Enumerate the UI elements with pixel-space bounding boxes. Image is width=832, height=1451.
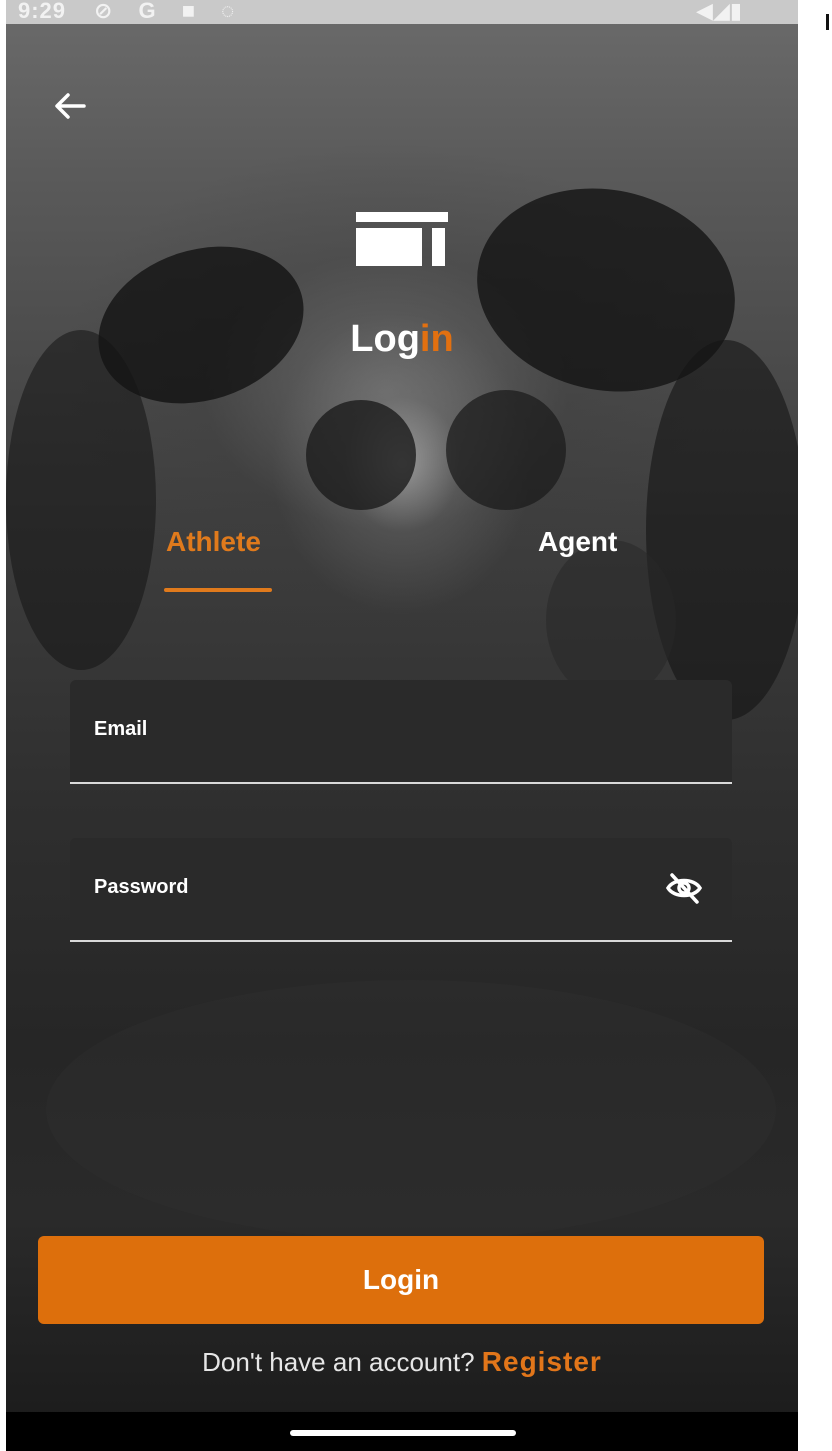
login-button[interactable]: Login <box>38 1236 764 1324</box>
status-bar: 9:29 ⊘ G ■ ◌ ◀◢▮ <box>6 0 798 24</box>
email-field[interactable]: Email <box>70 680 732 784</box>
register-prompt: Don't have an account? Register <box>202 1346 602 1377</box>
password-label: Password <box>94 876 189 898</box>
app-logo-icon <box>356 212 448 266</box>
page-title: Login <box>350 318 454 360</box>
tab-agent[interactable]: Agent <box>538 526 617 558</box>
system-nav-bar <box>6 1412 798 1451</box>
app-screen: 9:29 ⊘ G ■ ◌ ◀◢▮ Login Athlete Agent Ema… <box>6 0 798 1451</box>
register-link[interactable]: Register <box>482 1346 602 1377</box>
edge-mark <box>826 14 829 30</box>
right-gutter <box>798 0 832 1451</box>
status-system-icons: ◀◢▮ <box>696 0 742 23</box>
password-input[interactable] <box>94 898 658 930</box>
arrow-left-icon[interactable] <box>50 86 90 126</box>
tab-athlete[interactable]: Athlete <box>166 526 261 558</box>
email-input[interactable] <box>94 740 658 772</box>
password-field[interactable]: Password <box>70 838 732 942</box>
email-label: Email <box>94 718 148 740</box>
tab-indicator <box>164 588 272 592</box>
status-time: 9:29 <box>18 0 67 23</box>
home-gesture-bar[interactable] <box>290 1430 516 1436</box>
status-notification-icons: ⊘ G ■ ◌ <box>94 0 245 23</box>
eye-off-icon[interactable] <box>664 868 704 908</box>
